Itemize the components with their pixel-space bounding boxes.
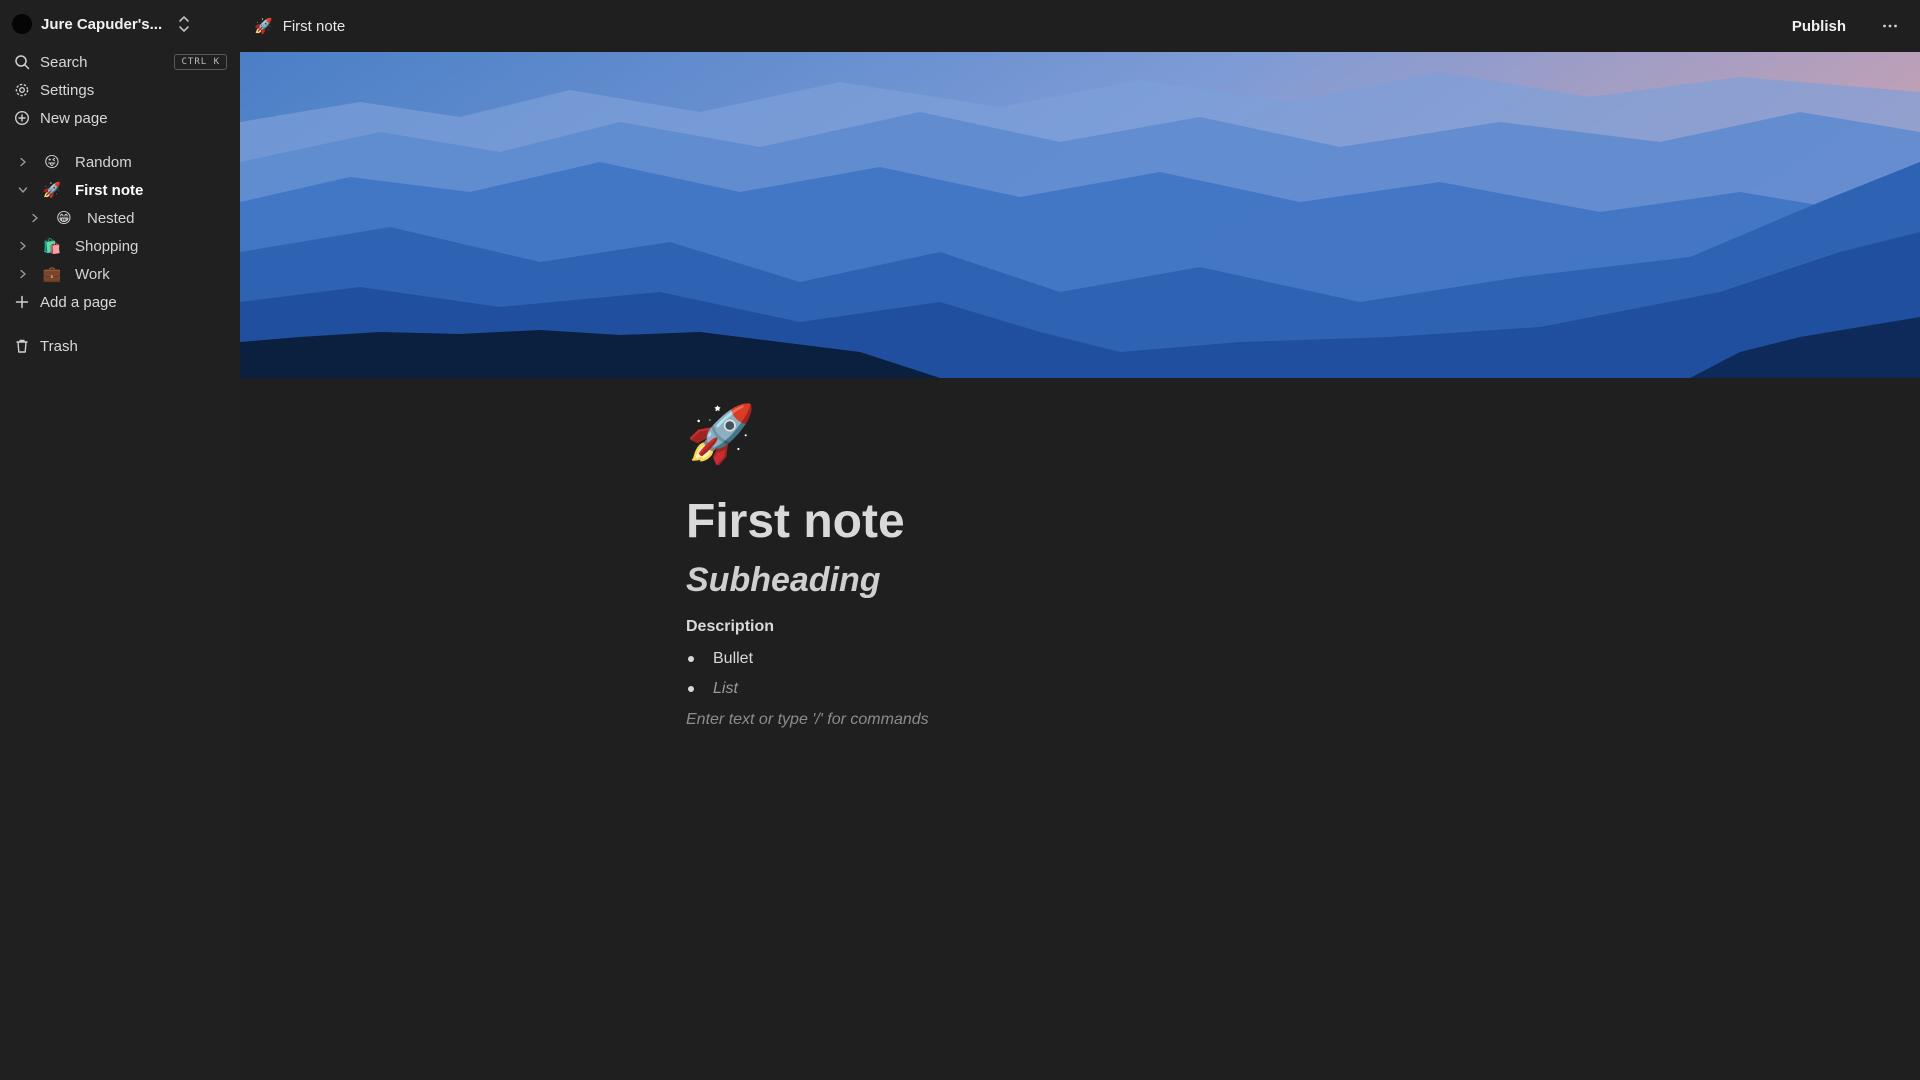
bullet-dot xyxy=(688,656,694,662)
description-block[interactable]: Description xyxy=(686,616,1486,638)
tree-item-shopping[interactable]: 🛍️ Shopping xyxy=(10,232,230,260)
tree-item-label: First note xyxy=(75,181,144,199)
chevron-right-icon[interactable] xyxy=(28,211,42,225)
trash-icon xyxy=(13,337,31,355)
settings-button[interactable]: Settings xyxy=(10,76,230,104)
list-item[interactable]: List xyxy=(686,674,1486,704)
breadcrumb-label: First note xyxy=(282,17,346,35)
chevron-down-icon[interactable] xyxy=(16,183,30,197)
main-area: 🚀 First note Publish 🚀 First note Subhea… xyxy=(240,0,1920,1080)
page-title[interactable]: First note xyxy=(686,492,1486,552)
shopping-bags-emoji-icon: 🛍️ xyxy=(42,238,62,255)
random-emoji-icon: 😜 xyxy=(44,154,60,171)
workspace-switcher[interactable]: Jure Capuder's... xyxy=(10,12,230,36)
settings-label: Settings xyxy=(40,81,95,99)
bullet-list: Bullet List xyxy=(686,644,1486,704)
search-icon xyxy=(13,53,31,71)
chevron-right-icon[interactable] xyxy=(16,155,30,169)
chevron-right-icon[interactable] xyxy=(16,267,30,281)
editor-placeholder[interactable]: Enter text or type '/' for commands xyxy=(686,708,1486,732)
bullet-dot xyxy=(688,686,694,692)
rocket-emoji-icon: 🚀 xyxy=(42,182,62,199)
new-page-label: New page xyxy=(40,109,108,127)
tree-item-work[interactable]: 💼 Work xyxy=(10,260,230,288)
page-tree: 😜 Random 🚀 First note 😁 Nested 🛍️ Shoppi… xyxy=(10,148,230,288)
plus-circle-icon xyxy=(13,109,31,127)
tree-item-first-note[interactable]: 🚀 First note xyxy=(10,176,230,204)
list-item-text: List xyxy=(713,680,738,697)
tree-item-label: Random xyxy=(75,153,132,171)
chevron-right-icon[interactable] xyxy=(16,239,30,253)
grin-emoji-icon: 😁 xyxy=(56,210,72,227)
sidebar: Jure Capuder's... Search CTRL K Settings… xyxy=(0,0,240,1080)
breadcrumb[interactable]: 🚀 First note xyxy=(254,17,346,36)
tree-item-random[interactable]: 😜 Random xyxy=(10,148,230,176)
trash-button[interactable]: Trash xyxy=(10,332,230,360)
tree-item-label: Shopping xyxy=(75,237,139,255)
publish-button[interactable]: Publish xyxy=(1792,18,1846,35)
gear-icon xyxy=(13,81,31,99)
page-content: 🚀 First note Subheading Description Bull… xyxy=(686,378,1486,732)
workspace-name: Jure Capuder's... xyxy=(41,15,163,33)
tree-item-label: Nested xyxy=(87,209,135,227)
rocket-emoji-icon: 🚀 xyxy=(254,18,273,35)
add-page-button[interactable]: Add a page xyxy=(10,288,230,316)
new-page-button[interactable]: New page xyxy=(10,104,230,132)
search-label: Search xyxy=(40,53,88,71)
subheading-block[interactable]: Subheading xyxy=(686,558,1486,602)
list-item[interactable]: Bullet xyxy=(686,644,1486,674)
briefcase-emoji-icon: 💼 xyxy=(42,266,62,283)
workspace-avatar xyxy=(12,14,32,34)
tree-item-label: Work xyxy=(75,265,110,283)
cover-image[interactable] xyxy=(240,52,1920,378)
list-item-text: Bullet xyxy=(713,650,754,667)
switch-icon[interactable] xyxy=(174,12,194,36)
search-button[interactable]: Search CTRL K xyxy=(10,48,230,76)
trash-label: Trash xyxy=(40,337,78,355)
page-icon[interactable]: 🚀 xyxy=(686,402,1486,472)
tree-item-nested[interactable]: 😁 Nested xyxy=(10,204,230,232)
app-window: Jure Capuder's... Search CTRL K Settings… xyxy=(0,0,1920,1080)
plus-icon xyxy=(13,293,31,311)
topbar: 🚀 First note Publish xyxy=(240,0,1920,52)
add-page-label: Add a page xyxy=(40,293,117,311)
search-shortcut: CTRL K xyxy=(174,54,227,70)
more-icon[interactable] xyxy=(1880,23,1900,29)
